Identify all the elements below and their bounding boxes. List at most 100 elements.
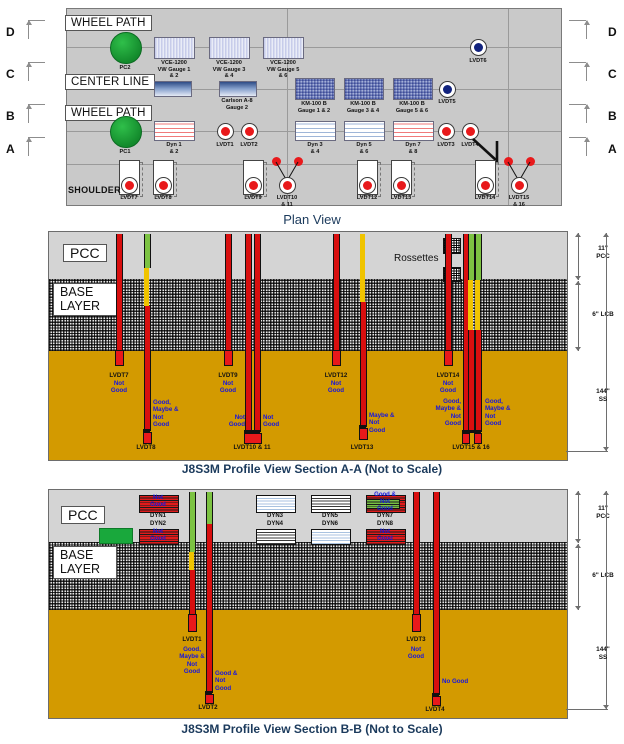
aa-status-lvdt13: Maybe & Not Good bbox=[369, 412, 417, 434]
aa-dim-ss-l2: SS bbox=[598, 395, 608, 403]
rod-lvdt9 bbox=[225, 234, 232, 364]
dyn12-line2: & 2 bbox=[169, 148, 179, 155]
rod-lvdt12 bbox=[333, 234, 340, 364]
carlson-gauge-1 bbox=[154, 81, 192, 97]
aa-dim-lcb-line bbox=[578, 281, 579, 351]
aa-status-lvdt7-l1: Not bbox=[113, 380, 125, 387]
rod-tip-lvdt13 bbox=[359, 428, 368, 440]
rod-tip-lvdt16 bbox=[474, 433, 482, 444]
dyn-card-6 bbox=[311, 529, 351, 545]
section-bb-caption: J8S3M Profile View Section B-B (Not to S… bbox=[181, 722, 443, 736]
aa-status-lvdt15: Good, Maybe & Not Good bbox=[421, 398, 461, 428]
lvdt3-marker bbox=[438, 123, 455, 140]
rod-lvdt2 bbox=[206, 524, 213, 693]
rod-green-lvdt1 bbox=[189, 492, 196, 552]
aa-status-lvdt13-l3: Good bbox=[369, 426, 386, 434]
bb-status-lvdt1-l1: Good, bbox=[183, 646, 201, 653]
bb-status-lvdt3-l2: Good bbox=[407, 653, 425, 661]
aa-status-lvdt16-l2: Maybe & bbox=[485, 405, 511, 413]
section-aa-caption: J8S3M Profile View Section A-A (Not to S… bbox=[181, 462, 443, 476]
aa-status-lvdt16-l3: Not bbox=[485, 412, 496, 420]
lvdt1-marker bbox=[217, 123, 234, 140]
aa-status-lvdt10-l1: Not bbox=[234, 414, 245, 421]
aa-status-lvdt10: Not Good bbox=[217, 414, 245, 429]
aa-dim-pcc-l2: PCC bbox=[596, 252, 610, 260]
label-lvdt5: LVDT5 bbox=[438, 99, 456, 105]
bb-dim-pcc-line bbox=[578, 491, 579, 543]
dyn-card-5 bbox=[311, 495, 351, 513]
dyn5-label: DYN5 bbox=[321, 513, 338, 519]
section-bb-diagram: PCC BASE LAYER Not Good DYN1 DYN2 Not Go… bbox=[48, 489, 568, 719]
lvdt5-marker bbox=[439, 81, 456, 98]
aa-dim-lcb-arrow-bottom bbox=[575, 347, 581, 351]
dyn12-line1: Dyn 1 bbox=[166, 142, 182, 148]
band-label-wheel-path-top: WHEEL PATH bbox=[65, 15, 152, 31]
aa-status-lvdt8-l4: Good bbox=[153, 421, 170, 429]
aa-status-lvdt14-l1: Not bbox=[442, 380, 454, 387]
dyn2-overlay-l1: Not bbox=[153, 529, 163, 535]
km5-line1: KM-100 B bbox=[399, 101, 425, 107]
bb-status-lvdt2-l1: Good & bbox=[215, 670, 238, 677]
carlson-gauge-2 bbox=[219, 81, 257, 97]
rod-yellow-lvdt13 bbox=[360, 234, 365, 302]
bb-dim-pcc-label: 11" PCC bbox=[586, 505, 620, 520]
aa-status-lvdt10-l2: Good bbox=[228, 421, 245, 429]
km5-line2: Gauge 5 & 6 bbox=[395, 107, 429, 114]
lvdt14-marker bbox=[477, 177, 494, 194]
rod-yellow-lvdt15 bbox=[468, 280, 473, 330]
aa-name-lvdt10-11: LVDT10 & 11 bbox=[233, 444, 271, 451]
carlson-line2: Gauge 2 bbox=[225, 104, 249, 111]
dyn1-overlay: Not Good bbox=[139, 495, 177, 509]
vce5-line2: VW Gauge 5 bbox=[266, 66, 300, 73]
dyn56-line2: & 6 bbox=[359, 148, 369, 155]
aa-status-lvdt15-l1: Good, bbox=[443, 398, 461, 405]
aa-status-lvdt13-l2: Not bbox=[369, 419, 380, 427]
bb-status-lvdt2: Good & Not Good bbox=[215, 670, 263, 692]
rod-tip-lvdt10-11 bbox=[244, 433, 262, 444]
shoulder-label: SHOULDER bbox=[68, 185, 121, 195]
aa-dim-pcc-arrow-top bbox=[575, 233, 581, 237]
aa-status-lvdt12: Not Good bbox=[313, 380, 359, 395]
rod-lvdt14 bbox=[445, 234, 452, 364]
lvdt13-marker bbox=[393, 177, 410, 194]
bb-dim-lcb-label: 6" LCB bbox=[592, 572, 614, 579]
plan-view-caption: Plan View bbox=[283, 212, 341, 227]
bb-tag-pcc: PCC bbox=[61, 506, 105, 524]
aa-dim-ss-l1: 144" bbox=[596, 388, 610, 395]
section-marker-d-left: D bbox=[6, 25, 15, 39]
vce3-line2: VW Gauge 3 bbox=[212, 66, 246, 73]
aa-tag-pcc: PCC bbox=[63, 244, 107, 262]
aa-tag-base-l1: BASE bbox=[60, 285, 94, 299]
label-pc1: PC1 bbox=[119, 149, 131, 155]
dyn34-line2: & 4 bbox=[310, 148, 320, 155]
dyn7-overlay: Good & Not Good bbox=[362, 492, 408, 513]
km1-line2: Gauge 1 & 2 bbox=[297, 107, 331, 114]
lvdt12-marker bbox=[359, 177, 376, 194]
vce-gauge-5 bbox=[263, 37, 304, 59]
bb-layer-subgrade bbox=[49, 610, 567, 718]
aa-dim-pcc-arrow-bottom bbox=[575, 276, 581, 280]
aa-layer-pcc bbox=[49, 232, 567, 279]
rod-lvdt3 bbox=[413, 492, 420, 632]
dyn34-line1: Dyn 3 bbox=[307, 142, 323, 148]
rod-lvdt4 bbox=[433, 492, 440, 695]
aa-status-lvdt16-l4: Good bbox=[485, 420, 502, 428]
dyn2-overlay-l2: Good bbox=[150, 536, 166, 542]
label-lvdt6: LVDT6 bbox=[469, 58, 487, 64]
bb-dim-ss-tick bbox=[566, 709, 608, 710]
rod-green-lvdt2 bbox=[206, 492, 213, 524]
rod-lvdt8 bbox=[144, 306, 151, 431]
vce3-line3: & 4 bbox=[224, 73, 234, 80]
bb-status-lvdt4: No Good bbox=[442, 678, 469, 685]
rod-tip-lvdt12 bbox=[332, 350, 341, 366]
vce-gauge-1 bbox=[154, 37, 195, 59]
dyn1-label: DYN1 bbox=[149, 513, 166, 519]
aa-rossettes-label: Rossettes bbox=[394, 253, 439, 264]
dyn-gauge-5-6 bbox=[344, 121, 385, 141]
bb-status-lvdt1-l3: Not bbox=[186, 660, 198, 668]
vce5-line3: & 6 bbox=[278, 73, 288, 80]
aa-dim-ss-line bbox=[606, 233, 607, 451]
bb-dim-ss-l2: SS bbox=[598, 653, 608, 661]
dyn-card-3 bbox=[256, 495, 296, 513]
aa-status-lvdt9-l1: Not bbox=[222, 380, 234, 387]
